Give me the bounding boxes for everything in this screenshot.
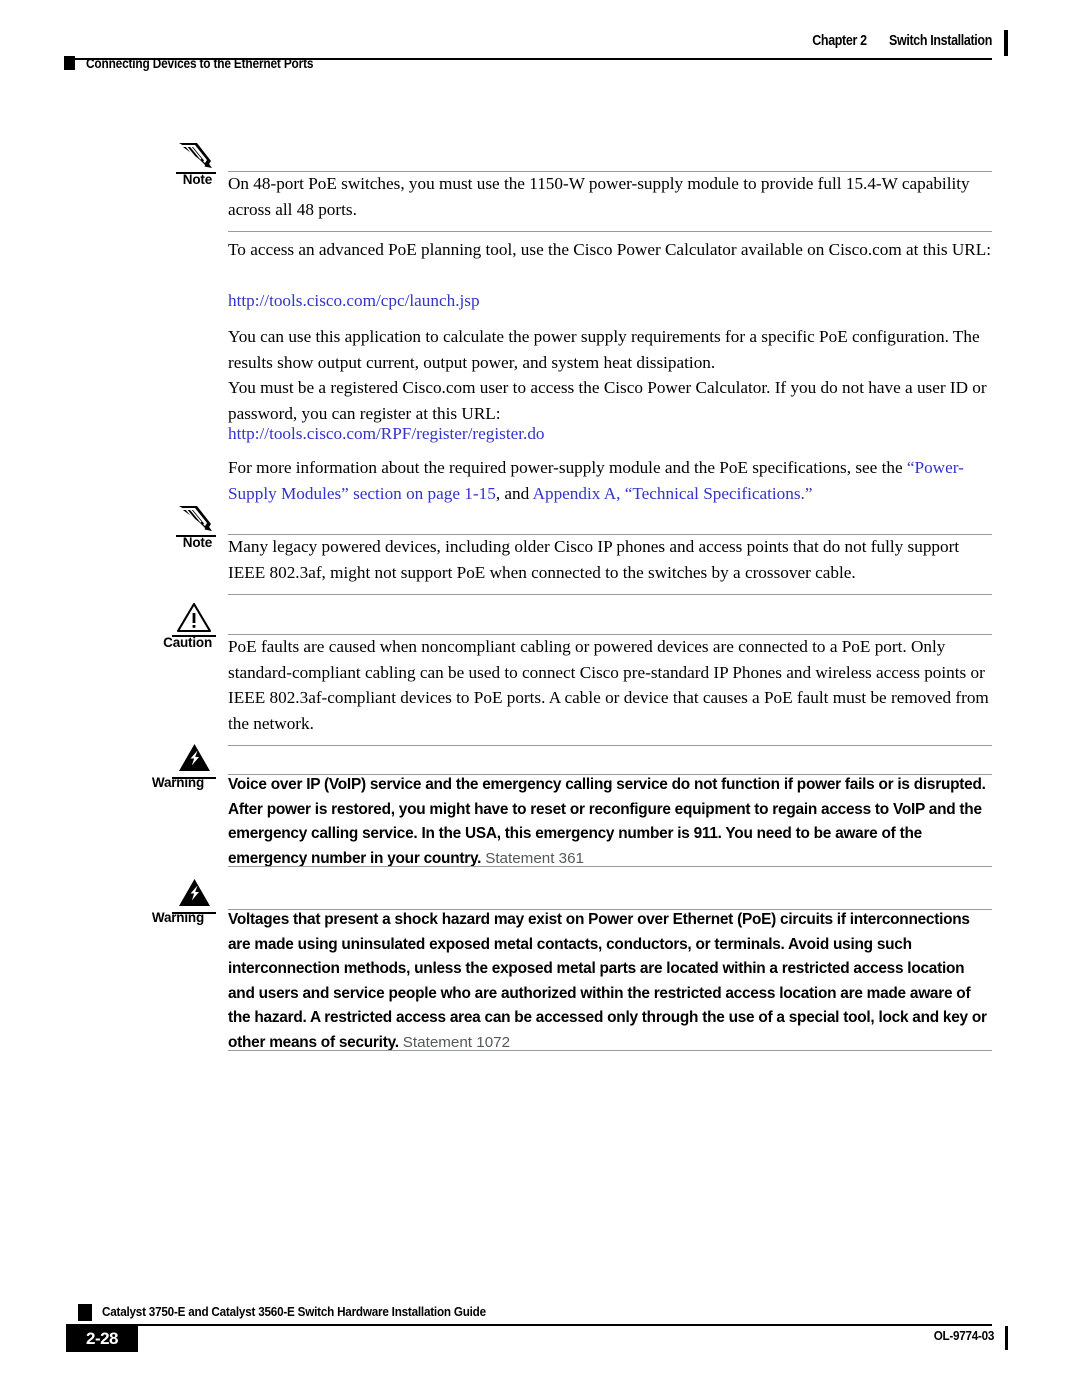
warning-statement: Statement 361 <box>485 849 584 867</box>
note-text: Many legacy powered devices, including o… <box>228 537 960 582</box>
footer-right-marker <box>1005 1326 1008 1350</box>
caution-bottom-rule <box>228 745 992 746</box>
header-chapter-title: Switch Installation <box>889 33 992 49</box>
header-right-marker <box>1004 30 1008 56</box>
caution-text: PoE faults are caused when noncompliant … <box>228 637 989 733</box>
caution-triangle-icon <box>172 601 218 637</box>
header-bullet-square-icon <box>64 56 75 70</box>
warning-text-main: Voice over IP (VoIP) service and the eme… <box>228 776 986 867</box>
warning-label: Warning <box>151 775 204 790</box>
note-bottom-rule <box>228 594 992 595</box>
note-text: On 48-port PoE switches, you must use th… <box>228 174 970 219</box>
warning-bottom-rule <box>228 866 992 867</box>
note-label: Note <box>182 172 212 187</box>
header-chapter-line: Chapter 2 Switch Installation <box>812 33 992 49</box>
link-register[interactable]: http://tools.cisco.com/RPF/register/regi… <box>228 421 993 447</box>
paragraph-4: For more information about the required … <box>228 455 993 506</box>
paragraph-1: To access an advanced PoE planning tool,… <box>228 240 991 259</box>
paragraph-2: You can use this application to calculat… <box>228 327 980 372</box>
warning-text: Voice over IP (VoIP) service and the eme… <box>228 773 993 871</box>
paragraph-4-text: For more information about the required … <box>228 458 903 477</box>
warning-statement: Statement 1072 <box>402 1033 511 1051</box>
caution-label: Caution <box>163 635 212 650</box>
warning-lightning-icon <box>172 741 218 779</box>
pencil-icon <box>176 140 222 174</box>
footer-rule <box>78 1324 992 1326</box>
footer-page-number: 2-28 <box>85 1328 119 1348</box>
footer-bullet-square-icon <box>78 1304 92 1321</box>
header-section-title: Connecting Devices to the Ethernet Ports <box>86 56 314 71</box>
pencil-icon <box>176 503 222 537</box>
warning-text-main: Voltages that present a shock hazard may… <box>228 911 987 1051</box>
header-chapter-number: Chapter 2 <box>812 33 867 49</box>
page-header: Chapter 2 Switch Installation Connecting … <box>0 0 1080 86</box>
note-label: Note <box>182 535 212 550</box>
note-bottom-rule <box>228 231 992 232</box>
paragraph-3: You must be a registered Cisco.com user … <box>228 378 987 423</box>
warning-lightning-icon <box>172 876 218 914</box>
xref-appendix-a[interactable]: Appendix A, “Technical Specifications.” <box>533 484 813 503</box>
page-footer: Catalyst 3750-E and Catalyst 3560-E Swit… <box>0 1295 1080 1365</box>
footer-document-id: OL-9774-03 <box>933 1328 995 1343</box>
footer-document-title: Catalyst 3750-E and Catalyst 3560-E Swit… <box>102 1304 486 1319</box>
xref-separator: , and <box>495 483 533 503</box>
warning-label: Warning <box>151 910 204 925</box>
warning-text: Voltages that present a shock hazard may… <box>228 908 993 1056</box>
warning-bottom-rule <box>228 1050 992 1051</box>
link-power-calculator[interactable]: http://tools.cisco.com/cpc/launch.jsp <box>228 288 993 314</box>
